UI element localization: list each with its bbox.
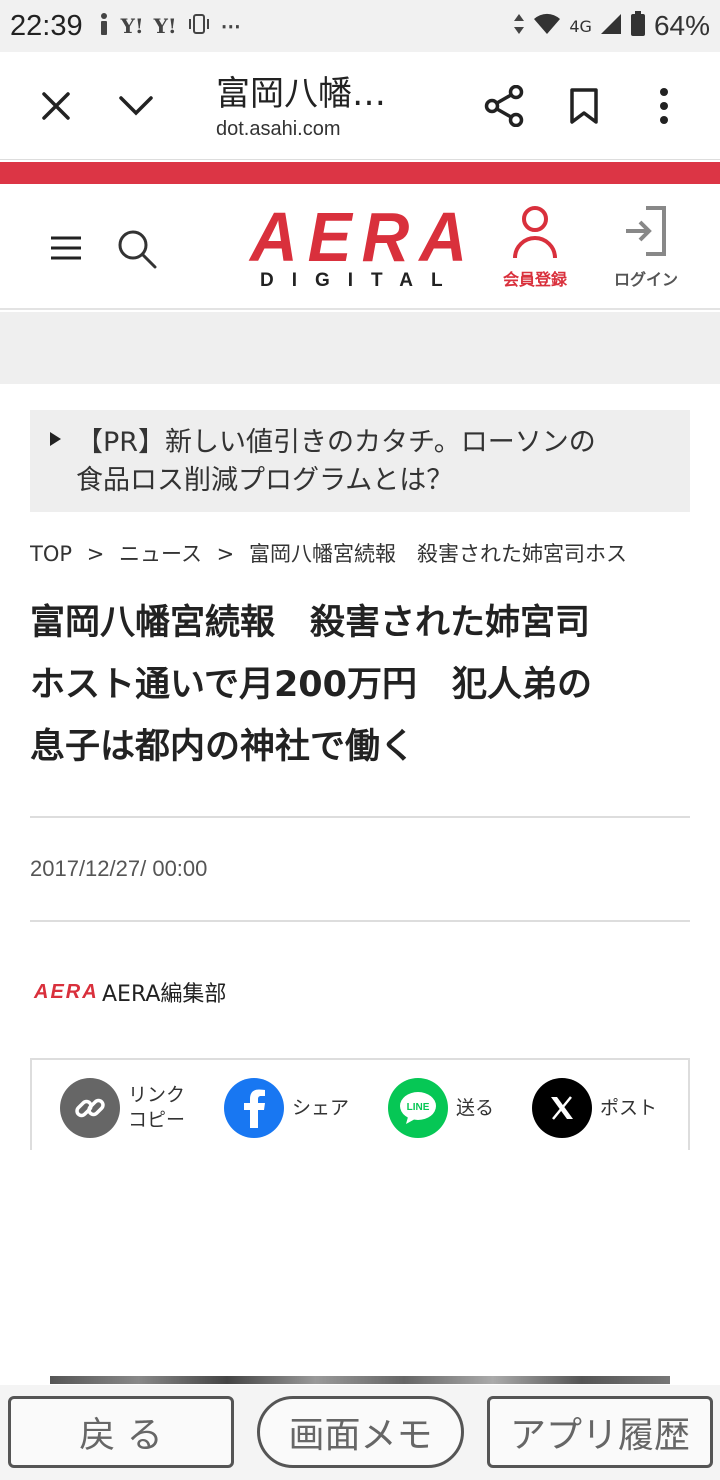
yahoo-icon: Y! <box>120 14 144 38</box>
x-share-label: ポスト <box>600 1096 658 1119</box>
vibrate-icon <box>187 13 211 40</box>
link-icon <box>60 1078 120 1138</box>
share-icon[interactable] <box>478 80 530 132</box>
line-share-button[interactable]: LINE 送る <box>388 1078 494 1138</box>
facebook-share-label: シェア <box>292 1096 350 1119</box>
breadcrumb-separator: > <box>86 542 105 566</box>
search-icon[interactable] <box>112 224 162 274</box>
facebook-icon <box>224 1078 284 1138</box>
more-vertical-icon[interactable] <box>640 80 688 132</box>
headline-line: 息子は都内の神社で働く <box>30 727 416 767</box>
hamburger-menu-icon[interactable] <box>44 228 88 268</box>
article-headline: 富岡八幡宮続報 殺害された姉宮司 ホスト通いで月200万円 犯人弟の 息子は都内… <box>30 592 700 778</box>
article-image-top-edge <box>50 1376 670 1384</box>
pr-banner[interactable]: 【PR】新しい値引きのカタチ。ローソンの 食品ロス削減プログラムとは？ <box>30 410 690 512</box>
close-icon[interactable] <box>30 80 82 132</box>
link-copy-button[interactable]: リンク コピー <box>60 1078 185 1138</box>
headline-line: 富岡八幡宮続報 殺害された姉宮司 <box>30 603 591 643</box>
status-bar: 22:39 Y! Y! ⋯ 4G 64% <box>0 0 720 52</box>
more-notifications-icon: ⋯ <box>220 14 241 38</box>
back-button[interactable]: 戻 る <box>8 1396 234 1468</box>
breadcrumb-top[interactable]: TOP <box>30 542 72 566</box>
link-copy-label-line2: コピー <box>128 1109 186 1131</box>
article-author[interactable]: AERA AERA編集部 <box>34 976 226 1008</box>
status-time: 22:39 <box>10 9 83 42</box>
logo-main-text: AERA <box>250 198 478 276</box>
line-share-label: 送る <box>456 1096 495 1119</box>
signal-icon <box>600 13 622 39</box>
info-icon <box>97 12 111 41</box>
line-badge-text: LINE <box>407 1102 430 1113</box>
app-history-button[interactable]: アプリ履歴 <box>487 1396 713 1468</box>
breadcrumb-current: 富岡八幡宮続報 殺害された姉宮司ホス <box>248 542 627 566</box>
author-name: AERA編集部 <box>102 982 227 1007</box>
headline-line: ホスト通いで月200万円 犯人弟の <box>30 665 593 705</box>
register-label: 会員登録 <box>502 270 567 289</box>
data-arrows-icon <box>513 13 525 39</box>
battery-level: 64% <box>653 10 710 41</box>
network-type: 4G <box>569 16 592 36</box>
ad-placeholder <box>0 312 720 384</box>
register-button[interactable]: 会員登録 <box>494 204 576 290</box>
screen-memo-button[interactable]: 画面メモ <box>257 1396 464 1468</box>
wifi-icon <box>533 13 561 39</box>
page-title: 富岡八幡… <box>216 74 386 114</box>
login-label: ログイン <box>613 270 678 289</box>
pr-line-1: 【PR】新しい値引きのカタチ。ローソンの <box>76 427 596 458</box>
line-icon: LINE <box>388 1078 448 1138</box>
status-right: 4G 64% <box>513 0 710 52</box>
article-date: 2017/12/27/ 00:00 <box>30 856 208 881</box>
share-bar: リンク コピー シェア LINE 送る ポスト <box>30 1058 690 1150</box>
divider <box>30 920 690 922</box>
x-logo-icon <box>532 1078 592 1138</box>
bottom-navigation: 戻 る 画面メモ アプリ履歴 <box>0 1385 720 1480</box>
breadcrumb-separator: > <box>216 542 235 566</box>
facebook-share-button[interactable]: シェア <box>224 1078 349 1138</box>
chevron-down-icon[interactable] <box>110 80 162 132</box>
login-icon <box>626 206 666 256</box>
link-copy-label: リンク コピー <box>128 1083 185 1133</box>
play-triangle-icon <box>50 432 61 446</box>
user-icon <box>513 206 557 259</box>
author-logo: AERA <box>34 980 99 1003</box>
aera-digital-logo[interactable]: AERA DIGITAL <box>250 198 478 292</box>
pr-line-2: 食品ロス削減プログラムとは？ <box>76 465 454 496</box>
battery-icon <box>630 11 646 41</box>
site-header: AERA DIGITAL 会員登録 ログイン <box>0 184 720 310</box>
link-copy-label-line1: リンク <box>128 1084 186 1106</box>
breadcrumb-news[interactable]: ニュース <box>119 542 202 566</box>
status-notification-icons: Y! Y! ⋯ <box>97 12 241 41</box>
bookmark-icon[interactable] <box>558 80 610 132</box>
divider <box>30 816 690 818</box>
yahoo-icon: Y! <box>153 14 177 38</box>
browser-toolbar: 富岡八幡… dot.asahi.com <box>0 52 720 160</box>
breadcrumb: TOP > ニュース > 富岡八幡宮続報 殺害された姉宮司ホス <box>30 538 720 568</box>
x-share-button[interactable]: ポスト <box>532 1078 657 1138</box>
page-url[interactable]: dot.asahi.com <box>216 118 341 141</box>
login-button[interactable]: ログイン <box>606 204 686 290</box>
site-top-stripe <box>0 162 720 184</box>
